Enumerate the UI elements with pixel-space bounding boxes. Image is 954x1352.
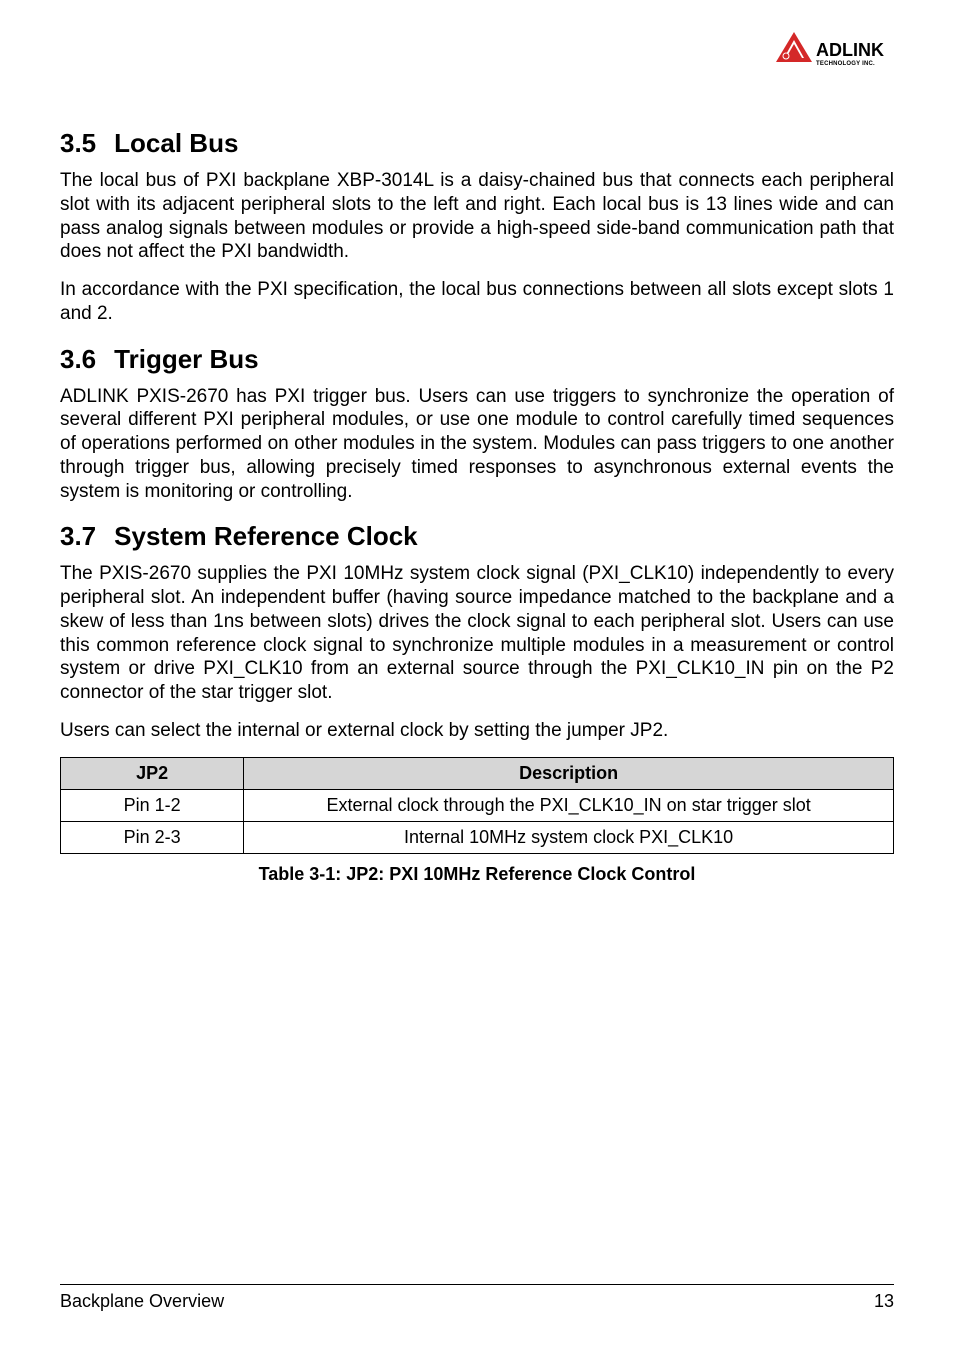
body-paragraph: ADLINK PXIS-2670 has PXI trigger bus. Us… <box>60 385 894 504</box>
section-number: 3.6 <box>60 344 96 375</box>
footer-page-number: 13 <box>874 1291 894 1312</box>
body-paragraph: The local bus of PXI backplane XBP-3014L… <box>60 169 894 264</box>
table-cell: External clock through the PXI_CLK10_IN … <box>244 789 894 821</box>
table-cell: Internal 10MHz system clock PXI_CLK10 <box>244 821 894 853</box>
brand-logo: ADLINK TECHNOLOGY INC. <box>774 30 894 80</box>
table-caption: Table 3-1: JP2: PXI 10MHz Reference Cloc… <box>60 864 894 885</box>
section-heading-system-reference-clock: 3.7 System Reference Clock <box>60 521 894 552</box>
section-title: Local Bus <box>114 128 238 158</box>
table-row: Pin 2-3 Internal 10MHz system clock PXI_… <box>61 821 894 853</box>
table-header-row: JP2 Description <box>61 757 894 789</box>
svg-text:TECHNOLOGY INC.: TECHNOLOGY INC. <box>816 61 875 67</box>
adlink-logo-icon: ADLINK TECHNOLOGY INC. <box>774 30 894 80</box>
footer-section-title: Backplane Overview <box>60 1291 224 1312</box>
section-heading-trigger-bus: 3.6 Trigger Bus <box>60 344 894 375</box>
jp2-table: JP2 Description Pin 1-2 External clock t… <box>60 757 894 885</box>
table-cell: Pin 2-3 <box>61 821 244 853</box>
table-cell: Pin 1-2 <box>61 789 244 821</box>
section-title: Trigger Bus <box>114 344 258 374</box>
body-paragraph: Users can select the internal or externa… <box>60 719 894 743</box>
section-number: 3.5 <box>60 128 96 159</box>
section-heading-local-bus: 3.5 Local Bus <box>60 128 894 159</box>
body-paragraph: The PXIS-2670 supplies the PXI 10MHz sys… <box>60 562 894 705</box>
section-number: 3.7 <box>60 521 96 552</box>
section-title: System Reference Clock <box>114 521 417 551</box>
body-paragraph: In accordance with the PXI specification… <box>60 278 894 326</box>
table-header-cell: Description <box>244 757 894 789</box>
svg-text:ADLINK: ADLINK <box>816 40 884 60</box>
page-footer: Backplane Overview 13 <box>60 1284 894 1312</box>
table-header-cell: JP2 <box>61 757 244 789</box>
table-row: Pin 1-2 External clock through the PXI_C… <box>61 789 894 821</box>
page-content: 3.5 Local Bus The local bus of PXI backpl… <box>60 110 894 1284</box>
